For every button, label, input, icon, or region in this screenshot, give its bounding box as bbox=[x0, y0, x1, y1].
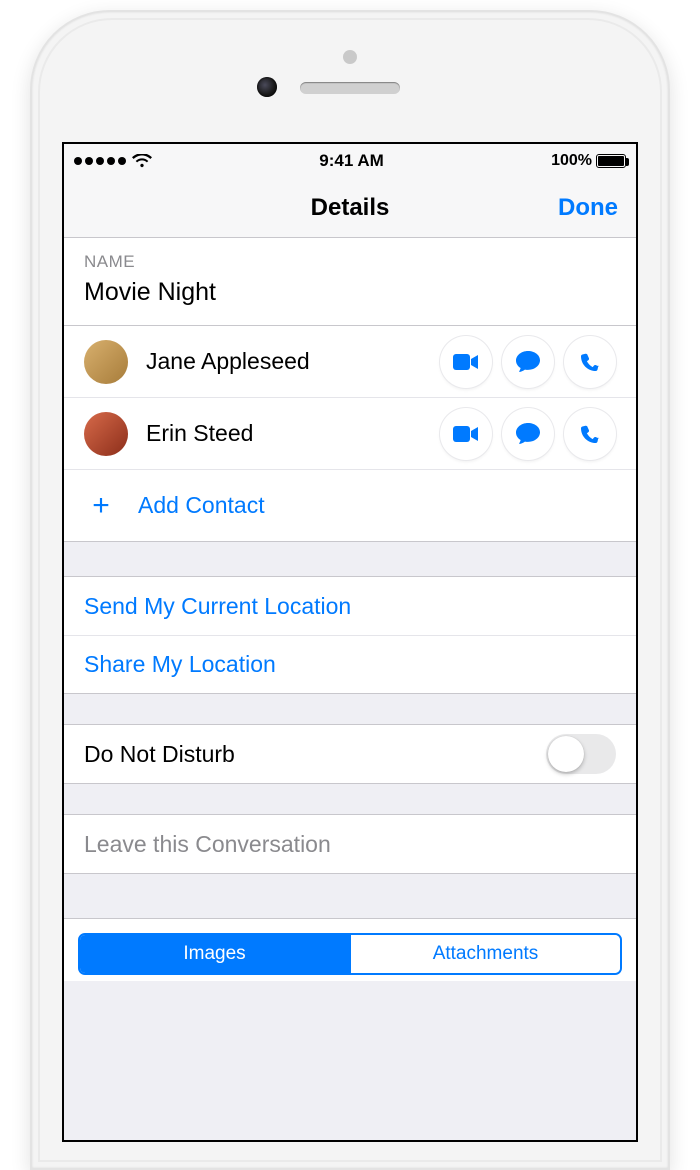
name-header-label: NAME bbox=[64, 238, 636, 276]
location-section: Send My Current Location Share My Locati… bbox=[64, 576, 636, 694]
video-icon bbox=[453, 353, 479, 371]
leave-section: Leave this Conversation bbox=[64, 814, 636, 874]
contact-name: Jane Appleseed bbox=[146, 348, 440, 375]
dnd-toggle[interactable] bbox=[546, 734, 616, 774]
leave-conversation-row[interactable]: Leave this Conversation bbox=[64, 815, 636, 873]
phone-speaker bbox=[300, 82, 400, 94]
call-button[interactable] bbox=[564, 336, 616, 388]
video-icon bbox=[453, 425, 479, 443]
share-location-label: Share My Location bbox=[84, 651, 276, 678]
message-icon bbox=[515, 350, 541, 374]
tab-images[interactable]: Images bbox=[80, 935, 349, 973]
front-camera bbox=[257, 77, 277, 97]
avatar bbox=[84, 412, 128, 456]
share-location-row[interactable]: Share My Location bbox=[64, 635, 636, 693]
signal-strength-icon bbox=[74, 157, 126, 165]
leave-conversation-label: Leave this Conversation bbox=[84, 831, 331, 858]
navigation-bar: Details Done bbox=[64, 178, 636, 238]
toggle-knob bbox=[548, 736, 584, 772]
conversation-name-field[interactable]: Movie Night bbox=[64, 276, 636, 325]
facetime-video-button[interactable] bbox=[440, 336, 492, 388]
tab-attachments[interactable]: Attachments bbox=[349, 935, 620, 973]
dnd-row: Do Not Disturb bbox=[64, 725, 636, 783]
done-button[interactable]: Done bbox=[558, 194, 618, 222]
segmented-control: Images Attachments bbox=[78, 933, 622, 975]
add-contact-label: Add Contact bbox=[138, 492, 265, 519]
status-bar: 9:41 AM 100% bbox=[64, 144, 636, 178]
name-section: NAME Movie Night Jane Appleseed bbox=[64, 238, 636, 542]
phone-icon bbox=[579, 423, 601, 445]
phone-icon bbox=[579, 351, 601, 373]
call-button[interactable] bbox=[564, 408, 616, 460]
message-button[interactable] bbox=[502, 408, 554, 460]
message-button[interactable] bbox=[502, 336, 554, 388]
plus-icon: + bbox=[88, 491, 114, 521]
avatar bbox=[84, 340, 128, 384]
battery-icon bbox=[596, 154, 626, 168]
proximity-sensor bbox=[343, 50, 357, 64]
screen: 9:41 AM 100% Details Done NAME Movie Nig… bbox=[62, 142, 638, 1142]
facetime-video-button[interactable] bbox=[440, 408, 492, 460]
contact-row[interactable]: Jane Appleseed bbox=[64, 325, 636, 397]
wifi-icon bbox=[132, 154, 152, 168]
attachments-section: Images Attachments bbox=[64, 918, 636, 981]
message-icon bbox=[515, 422, 541, 446]
add-contact-row[interactable]: + Add Contact bbox=[64, 469, 636, 541]
status-time: 9:41 AM bbox=[319, 151, 384, 171]
contact-name: Erin Steed bbox=[146, 420, 440, 447]
phone-frame: 9:41 AM 100% Details Done NAME Movie Nig… bbox=[30, 10, 670, 1170]
battery-percentage: 100% bbox=[551, 152, 592, 170]
send-location-label: Send My Current Location bbox=[84, 593, 351, 620]
send-location-row[interactable]: Send My Current Location bbox=[64, 577, 636, 635]
dnd-label: Do Not Disturb bbox=[84, 741, 235, 768]
contact-row[interactable]: Erin Steed bbox=[64, 397, 636, 469]
dnd-section: Do Not Disturb bbox=[64, 724, 636, 784]
page-title: Details bbox=[311, 194, 390, 222]
